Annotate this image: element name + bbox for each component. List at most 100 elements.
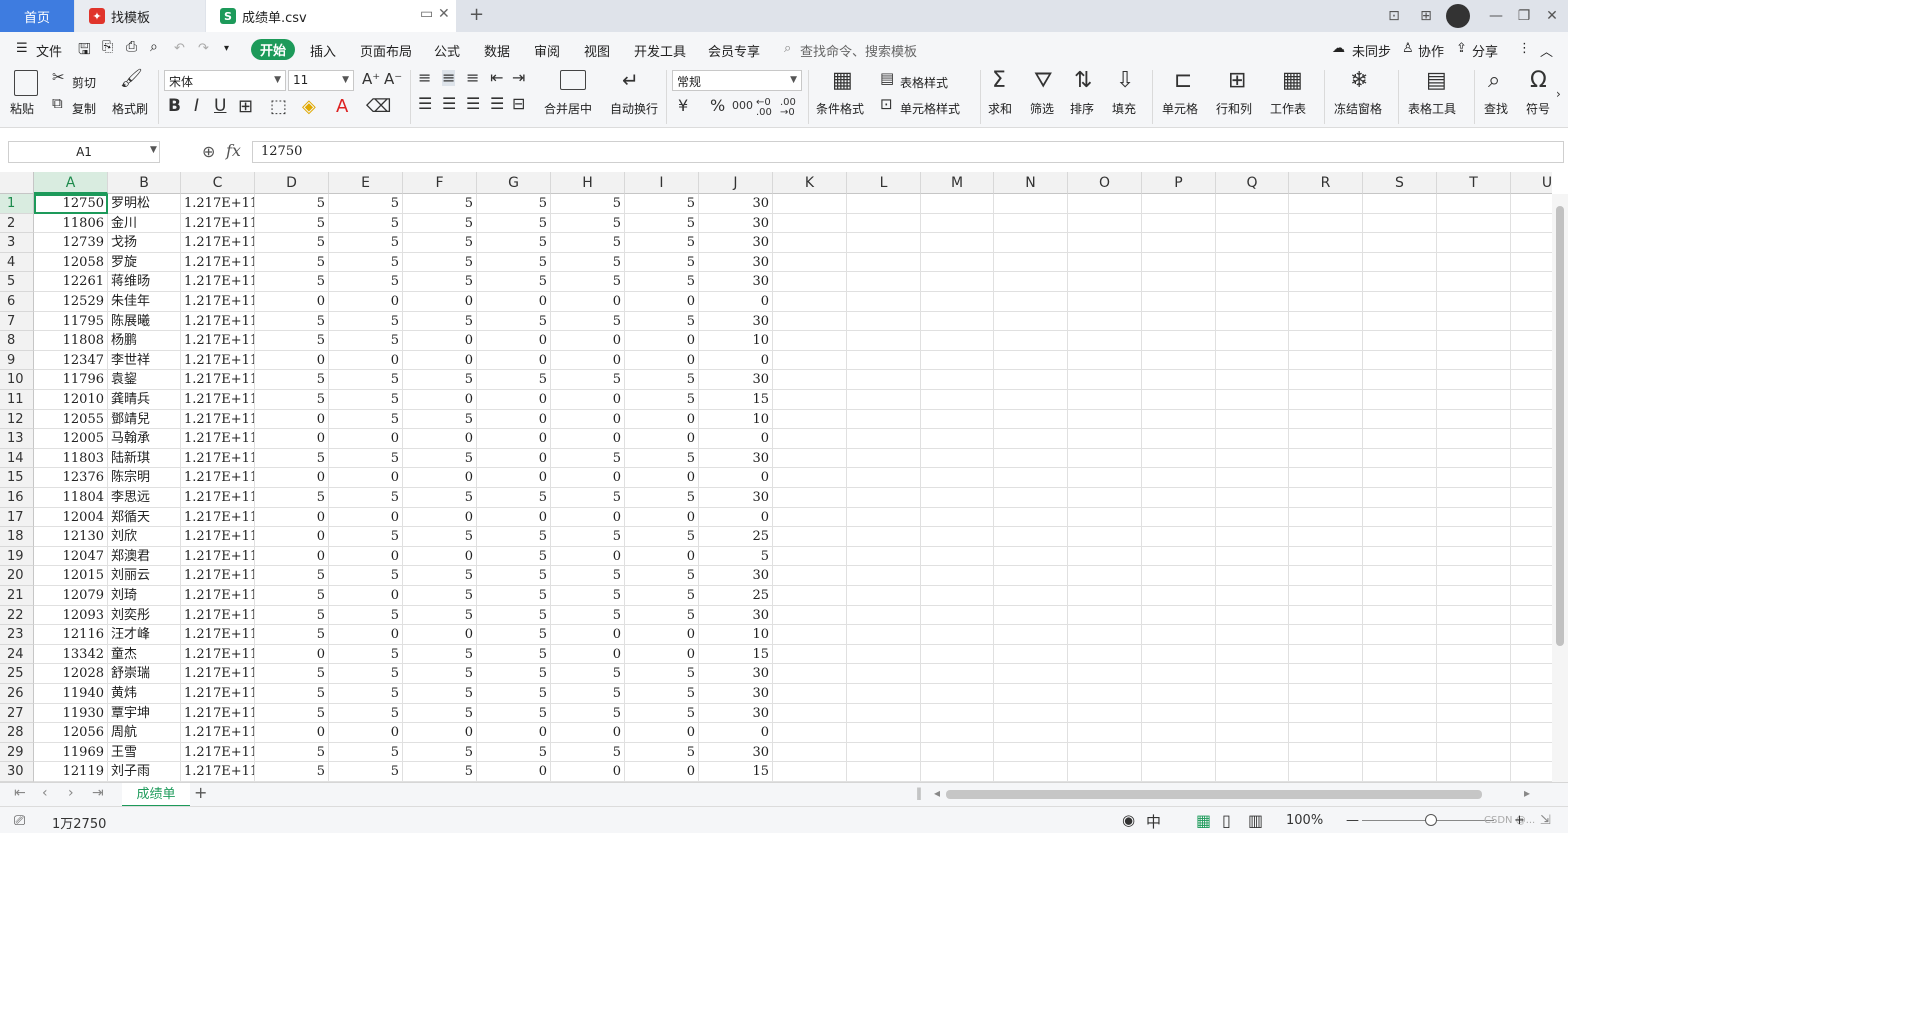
column-header-d[interactable]: D (255, 172, 329, 194)
table-cell[interactable]: 11803 (34, 448, 108, 469)
table-cell[interactable] (1142, 311, 1216, 332)
table-cell[interactable] (1068, 742, 1142, 763)
table-cell[interactable] (773, 311, 847, 332)
table-cell[interactable] (1437, 546, 1511, 567)
increase-decimal-icon[interactable]: ←0.00 (756, 98, 772, 118)
first-sheet-icon[interactable]: ⇤ (14, 785, 26, 801)
table-cell[interactable]: 0 (329, 546, 403, 567)
table-cell[interactable]: 1.217E+11 (181, 664, 255, 684)
table-cell[interactable] (1511, 312, 1552, 332)
table-cell[interactable] (1511, 684, 1552, 704)
table-cell[interactable] (994, 252, 1068, 273)
conditional-format-button[interactable]: 条件格式 (816, 100, 864, 117)
table-cell[interactable]: 5 (551, 742, 625, 763)
table-cell[interactable]: 30 (699, 213, 773, 234)
table-cell[interactable]: 30 (699, 605, 773, 626)
avatar[interactable] (1446, 4, 1470, 28)
table-cell[interactable]: 12015 (34, 566, 108, 586)
table-cell[interactable]: 12005 (34, 429, 108, 449)
table-cell[interactable]: 1.217E+11 (181, 468, 255, 488)
table-cell[interactable] (1068, 213, 1142, 234)
cell-style-button[interactable]: 单元格样式 (900, 100, 960, 117)
fill-color-icon[interactable]: ◈ (302, 98, 316, 116)
table-cell[interactable]: 0 (329, 429, 403, 449)
table-cell[interactable] (1511, 214, 1552, 234)
table-cell[interactable]: 1.217E+11 (181, 605, 255, 626)
table-cell[interactable]: 0 (699, 292, 773, 312)
table-cell[interactable] (1068, 566, 1142, 586)
table-cell[interactable] (847, 468, 921, 488)
table-cell[interactable] (1216, 488, 1289, 508)
table-cell[interactable]: 5 (625, 605, 699, 626)
table-cell[interactable]: 5 (477, 664, 551, 684)
row-header[interactable]: 19 (0, 546, 34, 567)
table-cell[interactable] (1142, 723, 1216, 743)
align-middle-icon[interactable]: ≡ (442, 70, 456, 86)
table-cell[interactable]: 杨鹏 (108, 331, 181, 351)
table-cell[interactable] (1068, 292, 1142, 312)
table-cell[interactable] (1216, 252, 1289, 273)
border-icon[interactable]: ⊞ (238, 98, 253, 116)
table-cell[interactable]: 5 (477, 527, 551, 547)
table-cell[interactable]: 5 (625, 684, 699, 704)
table-cell[interactable]: 1.217E+11 (181, 233, 255, 253)
table-cell[interactable]: 5 (625, 586, 699, 606)
table-cell[interactable]: 朱佳年 (108, 292, 181, 312)
table-cell[interactable] (1437, 488, 1511, 508)
table-cell[interactable] (847, 409, 921, 430)
table-cell[interactable]: 龚晴兵 (108, 390, 181, 410)
table-cell[interactable] (1216, 507, 1289, 528)
table-cell[interactable]: 1.217E+11 (181, 409, 255, 430)
preview-icon[interactable]: ⌕ (150, 39, 158, 55)
column-header-t[interactable]: T (1437, 172, 1511, 194)
table-cell[interactable] (994, 390, 1068, 410)
table-cell[interactable] (921, 390, 994, 410)
minimize-icon[interactable]: — (1482, 4, 1510, 28)
column-header-p[interactable]: P (1142, 172, 1216, 194)
table-cell[interactable]: 5 (625, 272, 699, 292)
table-cell[interactable]: 1.217E+11 (181, 586, 255, 606)
table-cell[interactable] (1363, 664, 1437, 684)
table-cell[interactable]: 1.217E+11 (181, 742, 255, 763)
menu-file[interactable]: 文件 (36, 41, 62, 60)
table-cell[interactable]: 1.217E+11 (181, 350, 255, 371)
table-cell[interactable] (1437, 390, 1511, 410)
collab-button[interactable]: 协作 (1418, 41, 1444, 60)
column-header-k[interactable]: K (773, 172, 847, 194)
table-cell[interactable] (1068, 448, 1142, 469)
table-cell[interactable] (847, 605, 921, 626)
table-cell[interactable] (847, 527, 921, 547)
close-window-icon[interactable]: ✕ (1538, 4, 1566, 28)
new-tab-button[interactable]: + (469, 4, 484, 25)
table-cell[interactable] (1216, 311, 1289, 332)
table-cell[interactable]: 5 (403, 233, 477, 253)
table-cell[interactable] (1437, 233, 1511, 253)
table-cell[interactable] (1289, 331, 1363, 351)
collapse-ribbon-icon[interactable]: ︿ (1540, 41, 1553, 60)
table-cell[interactable] (847, 723, 921, 743)
table-cell[interactable] (773, 742, 847, 763)
table-cell[interactable] (1068, 605, 1142, 626)
table-cell[interactable]: 5 (403, 762, 477, 782)
table-cell[interactable]: 5 (551, 233, 625, 253)
table-cell[interactable]: 5 (625, 252, 699, 273)
table-cell[interactable] (1511, 762, 1552, 782)
redo-icon[interactable]: ↷ (198, 41, 209, 56)
table-tools-button[interactable]: 表格工具 (1408, 100, 1456, 117)
table-cell[interactable] (1068, 684, 1142, 704)
table-cell[interactable]: 5 (477, 252, 551, 273)
column-header-l[interactable]: L (847, 172, 921, 194)
column-header-h[interactable]: H (551, 172, 625, 194)
table-cell[interactable]: 0 (477, 448, 551, 469)
table-cell[interactable] (994, 350, 1068, 371)
table-cell[interactable] (773, 390, 847, 410)
table-cell[interactable]: 5 (329, 370, 403, 390)
table-cell[interactable] (847, 292, 921, 312)
table-cell[interactable]: 5 (477, 370, 551, 390)
table-cell[interactable]: 11940 (34, 684, 108, 704)
table-cell[interactable]: 0 (625, 762, 699, 782)
table-cell[interactable]: 5 (625, 527, 699, 547)
table-cell[interactable] (847, 350, 921, 371)
table-cell[interactable]: 1.217E+11 (181, 252, 255, 273)
table-cell[interactable]: 5 (329, 684, 403, 704)
